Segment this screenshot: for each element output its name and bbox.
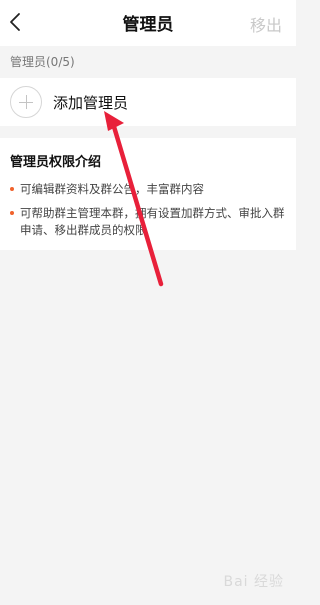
permissions-title: 管理员权限介绍: [10, 155, 102, 170]
bullet-dot-icon: [10, 187, 14, 191]
plus-icon[interactable]: [10, 86, 42, 118]
add-admin-row[interactable]: 添加管理员: [0, 78, 296, 126]
permission-item: 可帮助群主管理本群，拥有设置加群方式、审批入群申请、移出群成员的权限: [10, 205, 286, 239]
watermark-logo: Bai 经验: [223, 574, 284, 590]
remove-button[interactable]: 移出: [250, 12, 282, 36]
add-admin-label[interactable]: 添加管理员: [53, 92, 128, 113]
bullet-dot-icon: [10, 211, 14, 215]
permissions-card: 管理员权限介绍 可编辑群资料及群公告，丰富群内容 可帮助群主管理本群，拥有设置加…: [0, 138, 296, 250]
permission-text: 可编辑群资料及群公告，丰富群内容: [20, 182, 204, 196]
permission-item: 可编辑群资料及群公告，丰富群内容: [10, 181, 286, 198]
permission-text: 可帮助群主管理本群，拥有设置加群方式、审批入群申请、移出群成员的权限: [20, 206, 285, 237]
navigation-bar: 管理员 移出: [0, 0, 296, 46]
admin-count-header: 管理员(0/5): [10, 55, 75, 69]
